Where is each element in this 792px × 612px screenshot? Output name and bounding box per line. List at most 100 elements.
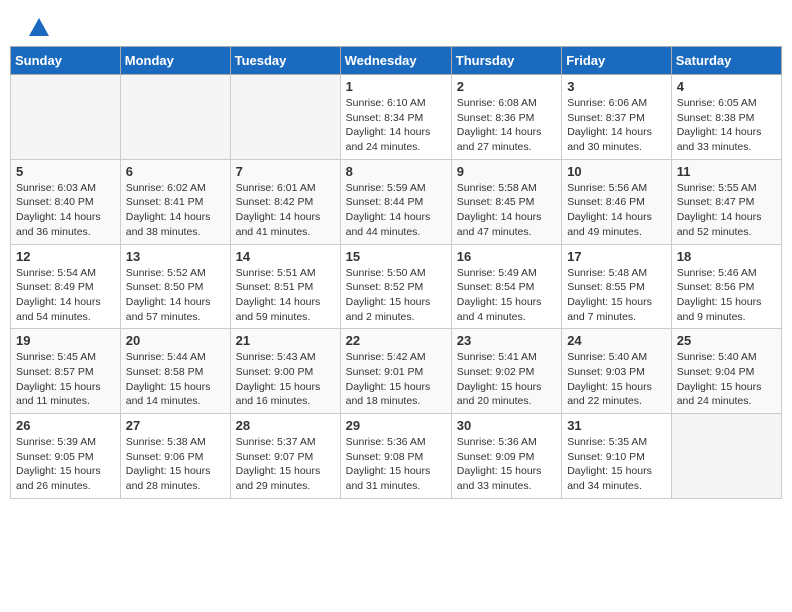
calendar-cell: 30 Sunrise: 5:36 AM Sunset: 9:09 PM Dayli… (451, 414, 561, 499)
calendar-cell: 15 Sunrise: 5:50 AM Sunset: 8:52 PM Dayli… (340, 244, 451, 329)
day-info: Sunrise: 5:41 AM Sunset: 9:02 PM Dayligh… (457, 350, 556, 409)
day-number: 28 (236, 418, 335, 433)
calendar-cell: 2 Sunrise: 6:08 AM Sunset: 8:36 PM Daylig… (451, 75, 561, 160)
calendar-cell: 1Sunrise: 6:10 AM Sunset: 8:34 PM Daylig… (340, 75, 451, 160)
day-info: Sunrise: 5:50 AM Sunset: 8:52 PM Dayligh… (346, 266, 446, 325)
calendar-cell: 23Sunrise: 5:41 AM Sunset: 9:02 PM Dayli… (451, 329, 561, 414)
calendar-cell: 10Sunrise: 5:56 AM Sunset: 8:46 PM Dayli… (562, 159, 672, 244)
calendar-cell: 8 Sunrise: 5:59 AM Sunset: 8:44 PM Daylig… (340, 159, 451, 244)
day-header-saturday: Saturday (671, 47, 781, 75)
calendar-cell (11, 75, 121, 160)
day-info: Sunrise: 6:03 AM Sunset: 8:40 PM Dayligh… (16, 181, 115, 240)
day-header-tuesday: Tuesday (230, 47, 340, 75)
day-number: 24 (567, 333, 666, 348)
calendar-cell: 14Sunrise: 5:51 AM Sunset: 8:51 PM Dayli… (230, 244, 340, 329)
calendar-cell: 11 Sunrise: 5:55 AM Sunset: 8:47 PM Dayli… (671, 159, 781, 244)
day-number: 5 (16, 164, 115, 179)
day-number: 29 (346, 418, 446, 433)
day-number: 31 (567, 418, 666, 433)
calendar-cell: 4 Sunrise: 6:05 AM Sunset: 8:38 PM Daylig… (671, 75, 781, 160)
day-number: 6 (126, 164, 225, 179)
day-info: Sunrise: 6:02 AM Sunset: 8:41 PM Dayligh… (126, 181, 225, 240)
calendar-cell: 20Sunrise: 5:44 AM Sunset: 8:58 PM Dayli… (120, 329, 230, 414)
calendar-cell: 6 Sunrise: 6:02 AM Sunset: 8:41 PM Daylig… (120, 159, 230, 244)
day-info: Sunrise: 5:35 AM Sunset: 9:10 PM Dayligh… (567, 435, 666, 494)
day-info: Sunrise: 5:59 AM Sunset: 8:44 PM Dayligh… (346, 181, 446, 240)
calendar-cell: 31 Sunrise: 5:35 AM Sunset: 9:10 PM Dayli… (562, 414, 672, 499)
day-info: Sunrise: 5:46 AM Sunset: 8:56 PM Dayligh… (677, 266, 776, 325)
calendar-cell: 13 Sunrise: 5:52 AM Sunset: 8:50 PM Dayli… (120, 244, 230, 329)
calendar-table: SundayMondayTuesdayWednesdayThursdayFrid… (10, 46, 782, 499)
day-number: 18 (677, 249, 776, 264)
calendar-cell: 19 Sunrise: 5:45 AM Sunset: 8:57 PM Dayli… (11, 329, 121, 414)
day-number: 17 (567, 249, 666, 264)
day-info: Sunrise: 5:42 AM Sunset: 9:01 PM Dayligh… (346, 350, 446, 409)
calendar-cell: 5 Sunrise: 6:03 AM Sunset: 8:40 PM Daylig… (11, 159, 121, 244)
logo (25, 20, 49, 36)
day-number: 19 (16, 333, 115, 348)
day-info: Sunrise: 5:49 AM Sunset: 8:54 PM Dayligh… (457, 266, 556, 325)
calendar-cell: 22 Sunrise: 5:42 AM Sunset: 9:01 PM Dayli… (340, 329, 451, 414)
calendar-cell: 25Sunrise: 5:40 AM Sunset: 9:04 PM Dayli… (671, 329, 781, 414)
day-info: Sunrise: 5:37 AM Sunset: 9:07 PM Dayligh… (236, 435, 335, 494)
calendar-week-5: 26 Sunrise: 5:39 AM Sunset: 9:05 PM Dayli… (11, 414, 782, 499)
calendar-cell: 21 Sunrise: 5:43 AM Sunset: 9:00 PM Dayli… (230, 329, 340, 414)
calendar-week-4: 19 Sunrise: 5:45 AM Sunset: 8:57 PM Dayli… (11, 329, 782, 414)
day-number: 30 (457, 418, 556, 433)
calendar-cell: 28 Sunrise: 5:37 AM Sunset: 9:07 PM Dayli… (230, 414, 340, 499)
day-number: 22 (346, 333, 446, 348)
calendar-cell: 26 Sunrise: 5:39 AM Sunset: 9:05 PM Dayli… (11, 414, 121, 499)
day-number: 4 (677, 79, 776, 94)
day-header-thursday: Thursday (451, 47, 561, 75)
day-number: 20 (126, 333, 225, 348)
day-info: Sunrise: 5:45 AM Sunset: 8:57 PM Dayligh… (16, 350, 115, 409)
day-info: Sunrise: 5:38 AM Sunset: 9:06 PM Dayligh… (126, 435, 225, 494)
calendar-cell (120, 75, 230, 160)
day-number: 1 (346, 79, 446, 94)
day-number: 21 (236, 333, 335, 348)
calendar-cell: 17 Sunrise: 5:48 AM Sunset: 8:55 PM Dayli… (562, 244, 672, 329)
day-number: 13 (126, 249, 225, 264)
day-info: Sunrise: 5:54 AM Sunset: 8:49 PM Dayligh… (16, 266, 115, 325)
calendar-cell: 24Sunrise: 5:40 AM Sunset: 9:03 PM Dayli… (562, 329, 672, 414)
day-number: 8 (346, 164, 446, 179)
day-info: Sunrise: 6:05 AM Sunset: 8:38 PM Dayligh… (677, 96, 776, 155)
day-header-friday: Friday (562, 47, 672, 75)
day-info: Sunrise: 5:36 AM Sunset: 9:08 PM Dayligh… (346, 435, 446, 494)
calendar-cell: 7 Sunrise: 6:01 AM Sunset: 8:42 PM Daylig… (230, 159, 340, 244)
day-number: 2 (457, 79, 556, 94)
calendar-week-2: 5 Sunrise: 6:03 AM Sunset: 8:40 PM Daylig… (11, 159, 782, 244)
day-info: Sunrise: 6:08 AM Sunset: 8:36 PM Dayligh… (457, 96, 556, 155)
day-header-row: SundayMondayTuesdayWednesdayThursdayFrid… (11, 47, 782, 75)
day-info: Sunrise: 5:58 AM Sunset: 8:45 PM Dayligh… (457, 181, 556, 240)
calendar-cell: 12 Sunrise: 5:54 AM Sunset: 8:49 PM Dayli… (11, 244, 121, 329)
calendar-cell: 16 Sunrise: 5:49 AM Sunset: 8:54 PM Dayli… (451, 244, 561, 329)
day-info: Sunrise: 5:48 AM Sunset: 8:55 PM Dayligh… (567, 266, 666, 325)
day-info: Sunrise: 5:40 AM Sunset: 9:04 PM Dayligh… (677, 350, 776, 409)
calendar-cell: 18 Sunrise: 5:46 AM Sunset: 8:56 PM Dayli… (671, 244, 781, 329)
day-number: 15 (346, 249, 446, 264)
calendar-cell (230, 75, 340, 160)
day-number: 27 (126, 418, 225, 433)
day-info: Sunrise: 5:39 AM Sunset: 9:05 PM Dayligh… (16, 435, 115, 494)
day-info: Sunrise: 5:36 AM Sunset: 9:09 PM Dayligh… (457, 435, 556, 494)
day-info: Sunrise: 5:55 AM Sunset: 8:47 PM Dayligh… (677, 181, 776, 240)
day-info: Sunrise: 5:43 AM Sunset: 9:00 PM Dayligh… (236, 350, 335, 409)
day-number: 16 (457, 249, 556, 264)
calendar-cell: 27 Sunrise: 5:38 AM Sunset: 9:06 PM Dayli… (120, 414, 230, 499)
day-header-sunday: Sunday (11, 47, 121, 75)
calendar-cell: 3Sunrise: 6:06 AM Sunset: 8:37 PM Daylig… (562, 75, 672, 160)
day-info: Sunrise: 5:52 AM Sunset: 8:50 PM Dayligh… (126, 266, 225, 325)
day-number: 14 (236, 249, 335, 264)
day-number: 7 (236, 164, 335, 179)
day-info: Sunrise: 6:06 AM Sunset: 8:37 PM Dayligh… (567, 96, 666, 155)
calendar-cell (671, 414, 781, 499)
day-number: 11 (677, 164, 776, 179)
day-number: 26 (16, 418, 115, 433)
day-info: Sunrise: 5:56 AM Sunset: 8:46 PM Dayligh… (567, 181, 666, 240)
header (10, 10, 782, 41)
day-info: Sunrise: 6:01 AM Sunset: 8:42 PM Dayligh… (236, 181, 335, 240)
logo-triangle-icon (29, 18, 49, 36)
day-number: 12 (16, 249, 115, 264)
day-header-wednesday: Wednesday (340, 47, 451, 75)
